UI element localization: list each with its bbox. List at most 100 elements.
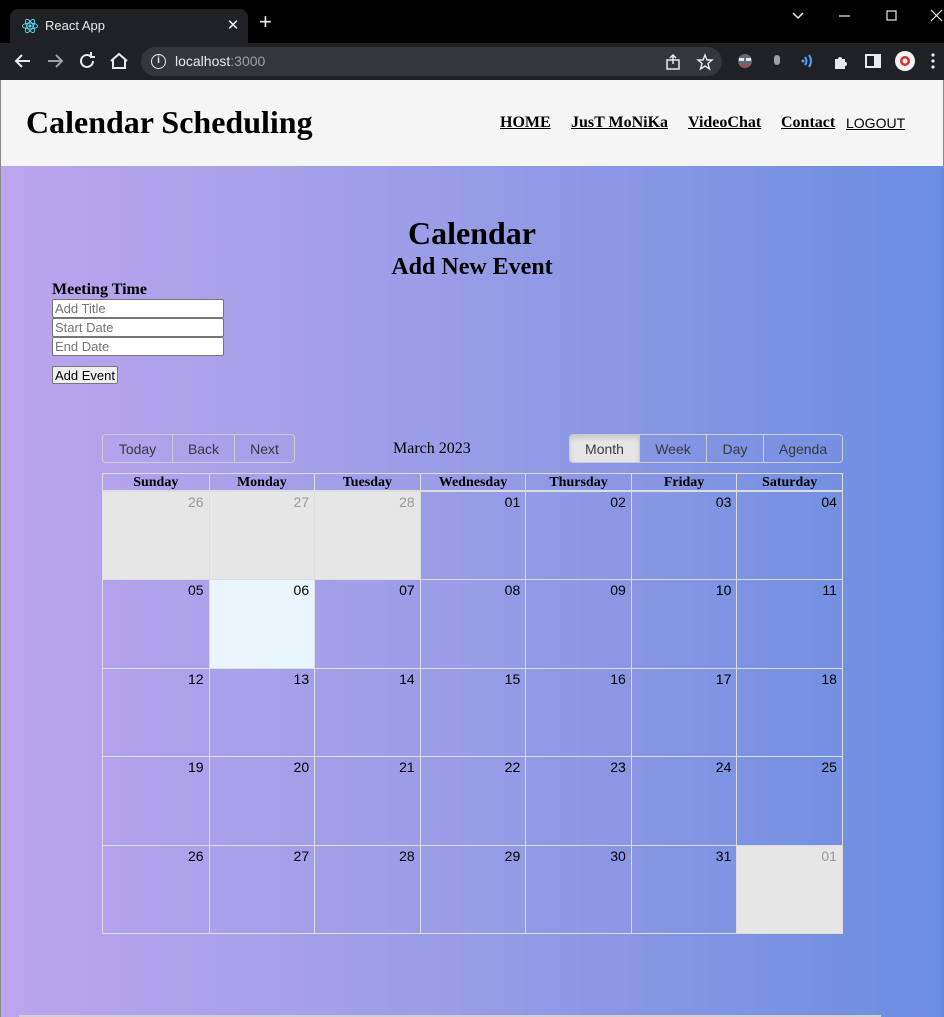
day-number[interactable]: 06 — [294, 582, 310, 598]
close-window-icon[interactable] — [927, 8, 944, 24]
view-week-button[interactable]: Week — [640, 435, 707, 462]
day-cell[interactable]: 18 — [736, 669, 842, 756]
event-title-input[interactable] — [52, 299, 224, 318]
day-number[interactable]: 19 — [188, 759, 204, 775]
day-cell[interactable]: 16 — [525, 669, 631, 756]
maximize-icon[interactable] — [882, 8, 902, 24]
today-button[interactable]: Today — [103, 435, 173, 462]
day-number[interactable]: 09 — [610, 582, 626, 598]
day-number[interactable]: 17 — [716, 671, 732, 687]
extension-face-icon[interactable] — [735, 51, 755, 71]
nav-just-monika[interactable]: JusT MoNiKa — [571, 114, 668, 132]
share-icon[interactable] — [664, 53, 682, 71]
day-number[interactable]: 22 — [505, 759, 521, 775]
day-number[interactable]: 29 — [505, 848, 521, 864]
nav-home[interactable]: HOME — [500, 114, 551, 132]
day-number[interactable]: 11 — [822, 582, 837, 598]
day-cell[interactable]: 02 — [525, 492, 631, 580]
day-cell[interactable]: 01 — [419, 492, 526, 580]
day-cell[interactable]: 03 — [630, 492, 737, 580]
day-number[interactable]: 30 — [610, 848, 626, 864]
day-number[interactable]: 31 — [716, 848, 732, 864]
day-number[interactable]: 18 — [821, 671, 837, 687]
day-cell[interactable]: 10 — [630, 580, 737, 668]
day-number[interactable]: 03 — [716, 494, 732, 510]
new-tab-icon[interactable]: + — [259, 11, 272, 33]
day-number[interactable]: 28 — [399, 494, 415, 510]
day-number[interactable]: 02 — [610, 494, 626, 510]
side-panel-icon[interactable] — [863, 51, 883, 71]
day-cell[interactable]: 20 — [208, 757, 315, 845]
home-icon[interactable] — [108, 50, 130, 72]
microphone-extension-icon[interactable] — [767, 51, 787, 71]
day-number[interactable]: 14 — [399, 671, 415, 687]
day-cell[interactable]: 26 — [103, 846, 209, 933]
puzzle-extensions-icon[interactable] — [831, 51, 851, 71]
day-cell[interactable]: 09 — [525, 580, 631, 668]
sound-wave-extension-icon[interactable] — [799, 51, 819, 71]
nav-videochat[interactable]: VideoChat — [688, 114, 761, 132]
day-cell[interactable]: 13 — [208, 669, 315, 756]
day-cell[interactable]: 26 — [103, 492, 209, 580]
day-number[interactable]: 04 — [821, 494, 837, 510]
site-brand[interactable]: Calendar Scheduling — [26, 104, 313, 141]
day-cell[interactable]: 17 — [630, 669, 737, 756]
nav-contact[interactable]: Contact — [781, 114, 835, 132]
day-number[interactable]: 27 — [294, 494, 310, 510]
day-cell[interactable]: 19 — [103, 757, 209, 845]
day-number[interactable]: 25 — [821, 759, 837, 775]
bookmark-star-icon[interactable] — [696, 53, 714, 71]
day-cell[interactable]: 15 — [419, 669, 526, 756]
view-day-button[interactable]: Day — [707, 435, 764, 462]
view-month-button[interactable]: Month — [570, 435, 640, 462]
day-number[interactable]: 12 — [188, 671, 204, 687]
menu-dots-icon[interactable] — [926, 51, 940, 71]
day-number[interactable]: 28 — [399, 848, 415, 864]
day-cell[interactable]: 04 — [736, 492, 842, 580]
day-cell[interactable]: 05 — [103, 580, 209, 668]
day-cell[interactable]: 30 — [525, 846, 631, 933]
day-number[interactable]: 01 — [505, 494, 521, 510]
day-cell[interactable]: 29 — [419, 846, 526, 933]
day-cell[interactable]: 24 — [630, 757, 737, 845]
day-number[interactable]: 13 — [294, 671, 310, 687]
logout-link[interactable]: LOGOUT — [846, 115, 905, 131]
day-number[interactable]: 20 — [294, 759, 310, 775]
day-number[interactable]: 07 — [399, 582, 415, 598]
day-number[interactable]: 10 — [716, 582, 732, 598]
day-number[interactable]: 23 — [610, 759, 626, 775]
add-event-button[interactable]: Add Event — [52, 366, 118, 384]
day-cell[interactable]: 31 — [630, 846, 737, 933]
day-number[interactable]: 16 — [610, 671, 626, 687]
reload-icon[interactable] — [76, 50, 98, 72]
day-cell[interactable]: 28 — [314, 846, 420, 933]
day-number[interactable]: 01 — [821, 848, 837, 864]
day-number[interactable]: 15 — [505, 671, 521, 687]
day-cell[interactable]: 22 — [419, 757, 526, 845]
next-button[interactable]: Next — [235, 435, 294, 462]
day-cell[interactable]: 08 — [419, 580, 526, 668]
close-tab-icon[interactable]: ✕ — [225, 16, 241, 34]
day-cell[interactable]: 11 — [736, 580, 842, 668]
day-number[interactable]: 21 — [399, 759, 415, 775]
day-number[interactable]: 05 — [188, 582, 204, 598]
day-number[interactable]: 26 — [188, 494, 204, 510]
tab-search-chevron-icon[interactable] — [788, 8, 808, 24]
day-number[interactable]: 27 — [294, 848, 310, 864]
back-arrow-icon[interactable] — [12, 50, 34, 72]
day-cell[interactable]: 21 — [314, 757, 420, 845]
day-cell[interactable]: 07 — [314, 580, 420, 668]
profile-avatar-icon[interactable] — [894, 50, 916, 72]
back-button[interactable]: Back — [173, 435, 235, 462]
minimize-icon[interactable] — [835, 8, 855, 24]
day-cell[interactable]: 06 — [208, 580, 315, 668]
day-number[interactable]: 24 — [716, 759, 732, 775]
day-cell[interactable]: 14 — [314, 669, 420, 756]
day-cell[interactable]: 28 — [314, 492, 420, 580]
end-date-input[interactable] — [52, 337, 224, 356]
day-number[interactable]: 08 — [505, 582, 521, 598]
address-bar[interactable]: i localhost:3000 — [141, 47, 722, 76]
day-cell[interactable]: 27 — [208, 492, 315, 580]
day-cell[interactable]: 12 — [103, 669, 209, 756]
day-cell[interactable]: 25 — [736, 757, 842, 845]
